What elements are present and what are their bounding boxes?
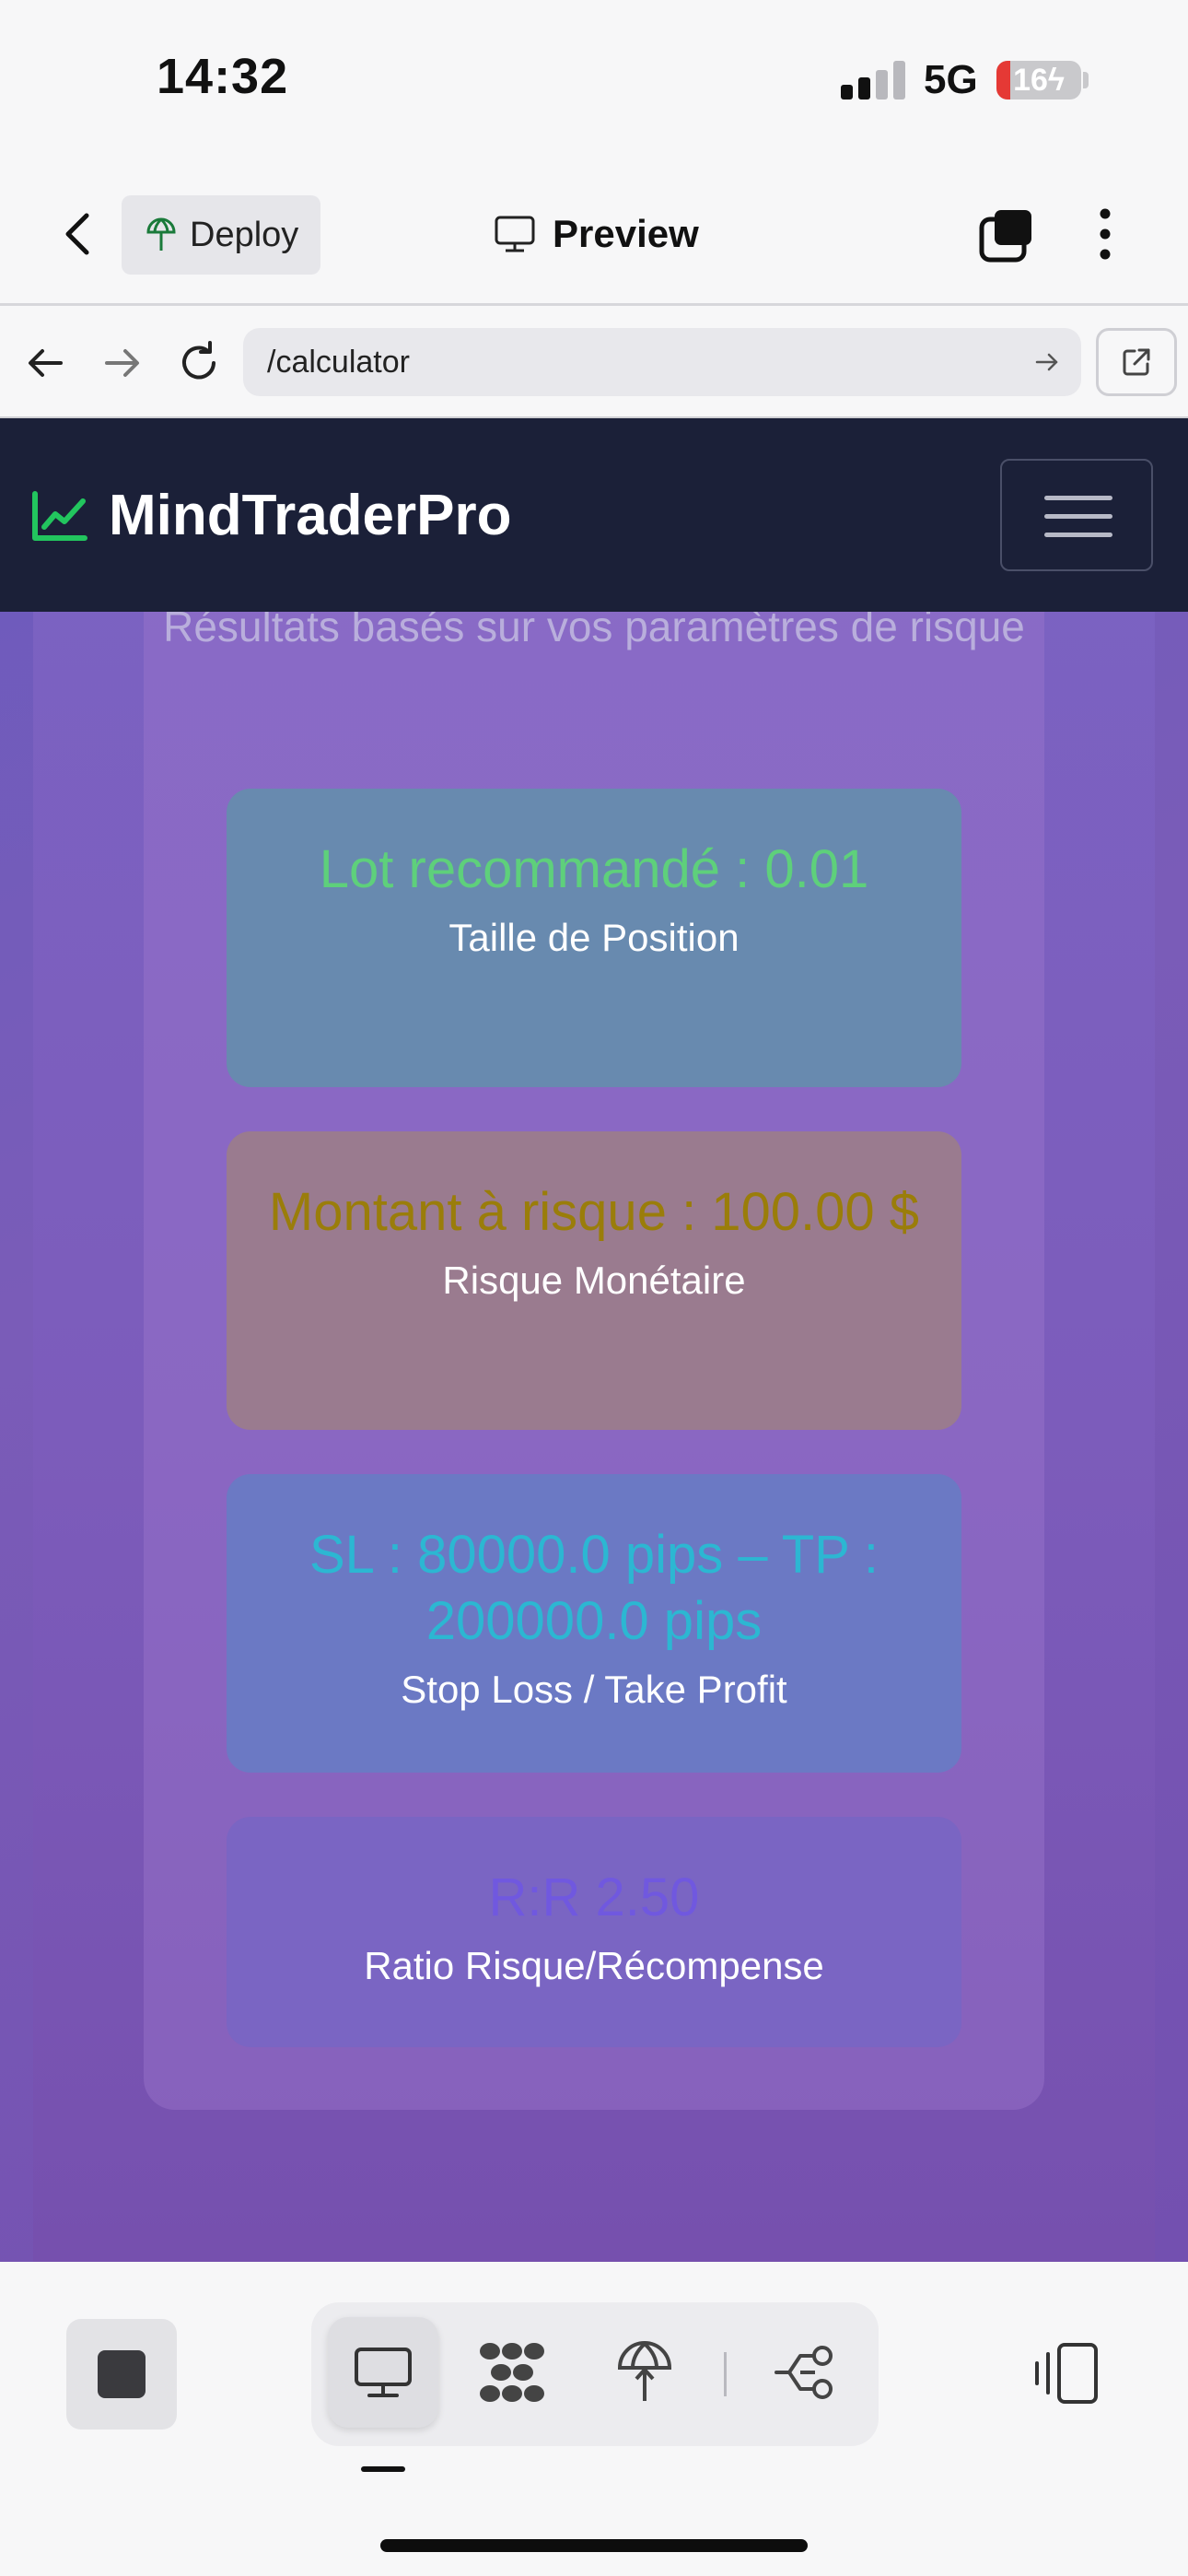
brand-name: MindTraderPro [109, 484, 512, 547]
home-indicator [380, 2539, 808, 2552]
risk-reward-card: R:R 2.50 Ratio Risque/Récompense [227, 1817, 961, 2047]
tool-group [311, 2302, 879, 2446]
status-time: 14:32 [157, 49, 289, 104]
url-text: /calculator [267, 344, 410, 380]
stop-icon [98, 2350, 146, 2398]
status-bar: 14:32 5G 16ϟ [0, 0, 1188, 166]
deploy-icon [617, 2341, 672, 2401]
workflow-icon [775, 2346, 833, 2399]
forward-arrow-icon[interactable] [98, 339, 146, 387]
risk-reward-label: Ratio Risque/Récompense [364, 1944, 824, 1987]
editor-top-bar: Deploy Preview [0, 166, 1188, 306]
more-menu-icon[interactable] [1094, 205, 1116, 263]
bottom-toolbar [0, 2262, 1188, 2576]
go-arrow-icon[interactable] [1033, 348, 1061, 376]
app-viewport: Résultats basés sur vos paramètres de ri… [0, 418, 1188, 2262]
battery-level: 16 [1013, 63, 1048, 98]
apps-icon [480, 2343, 544, 2402]
battery-tip [1083, 72, 1089, 88]
sl-tp-card: SL : 80000.0 pips – TP : 200000.0 pips S… [227, 1474, 961, 1773]
active-tool-indicator [361, 2466, 405, 2472]
toolbar-divider [724, 2352, 727, 2396]
app-navbar: MindTraderPro [0, 418, 1188, 612]
hamburger-menu-button[interactable] [1000, 459, 1153, 571]
deploy-tool-button[interactable] [589, 2317, 700, 2428]
preview-label: Preview [553, 212, 699, 255]
external-link-icon [1123, 348, 1150, 376]
preview-tool-button[interactable] [328, 2317, 438, 2428]
chart-line-icon [32, 490, 87, 541]
url-input[interactable]: /calculator [243, 328, 1081, 396]
open-external-button[interactable] [1096, 328, 1177, 396]
tabs-icon[interactable] [978, 208, 1035, 263]
workflow-tool-button[interactable] [750, 2317, 860, 2428]
back-arrow-icon[interactable] [22, 339, 70, 387]
deploy-label: Deploy [190, 215, 299, 254]
signal-icon [841, 61, 905, 100]
risk-amount-label: Risque Monétaire [442, 1259, 746, 1302]
reload-icon[interactable] [175, 339, 223, 387]
url-bar: /calculator [0, 306, 1188, 418]
risk-amount-card: Montant à risque : 100.00 $ Risque Monét… [227, 1131, 961, 1430]
back-chevron-icon[interactable] [55, 206, 101, 262]
lot-size-label: Taille de Position [448, 916, 740, 959]
risk-amount-value: Montant à risque : 100.00 $ [268, 1182, 920, 1242]
network-type: 5G [924, 57, 978, 102]
sl-tp-value: SL : 80000.0 pips – TP : 200000.0 pips [309, 1525, 879, 1651]
lot-size-value: Lot recommandé : 0.01 [319, 839, 869, 899]
deploy-icon [146, 217, 176, 251]
battery-icon: 16ϟ [996, 61, 1081, 100]
monitor-icon [495, 216, 535, 252]
preview-title[interactable]: Preview [494, 206, 699, 262]
apps-tool-button[interactable] [457, 2317, 567, 2428]
lot-size-card: Lot recommandé : 0.01 Taille de Position [227, 789, 961, 1087]
deploy-button[interactable]: Deploy [122, 195, 320, 275]
risk-reward-value: R:R 2.50 [488, 1868, 700, 1927]
stop-button[interactable] [66, 2319, 177, 2430]
sl-tp-label: Stop Loss / Take Profit [401, 1668, 787, 1711]
device-switch-icon[interactable] [1030, 2341, 1101, 2407]
brand[interactable]: MindTraderPro [31, 483, 512, 548]
preview-icon [355, 2348, 412, 2397]
